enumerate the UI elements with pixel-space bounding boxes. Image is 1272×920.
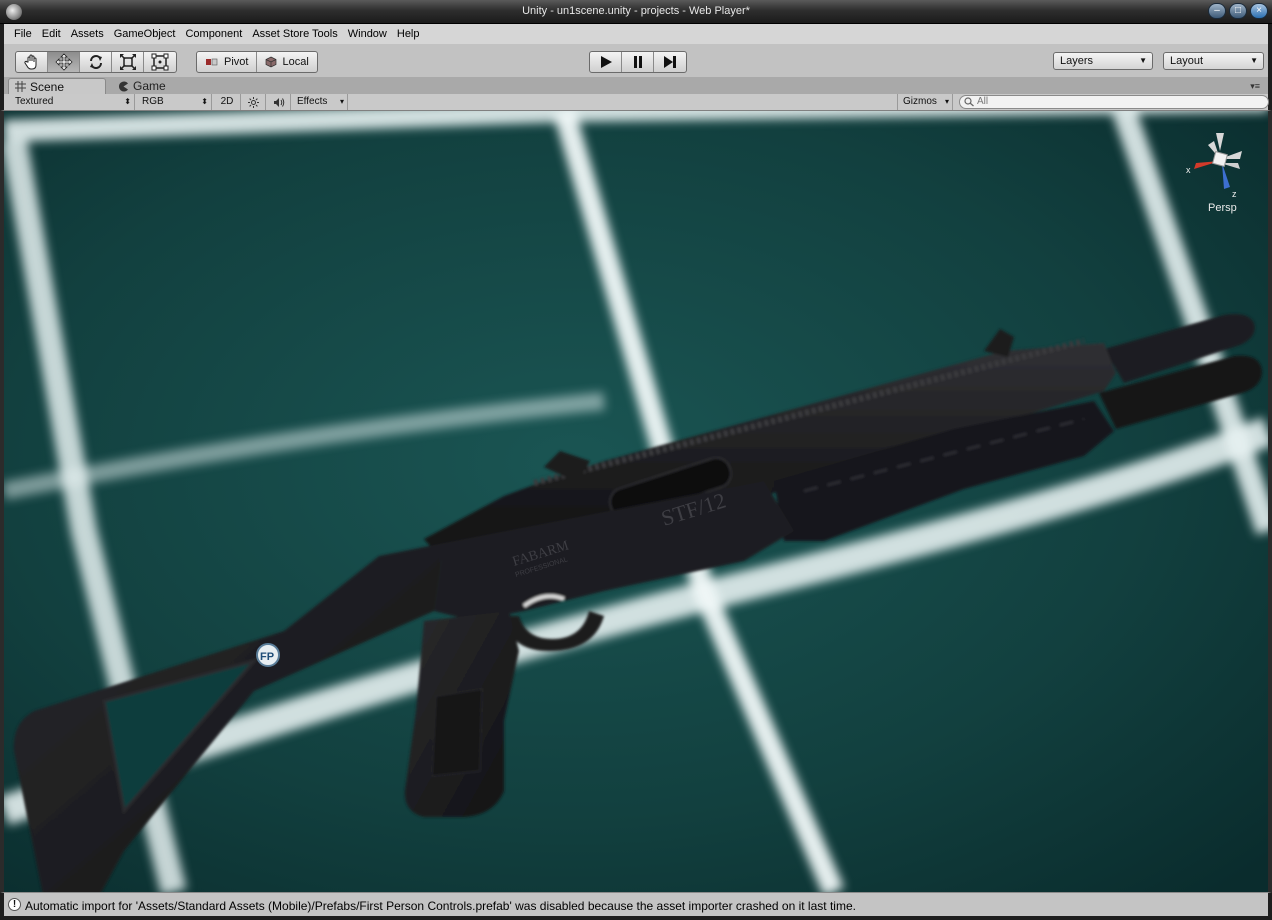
pacman-icon <box>119 81 128 91</box>
cube-icon <box>266 56 277 68</box>
scale-icon <box>119 54 136 70</box>
menu-asset-store-tools[interactable]: Asset Store Tools <box>247 28 342 40</box>
rect-tool-button[interactable] <box>144 52 176 72</box>
updown-arrow-icon: ⬍ <box>201 97 208 106</box>
menu-edit[interactable]: Edit <box>37 28 66 40</box>
gizmos-dropdown[interactable]: Gizmos ▾ <box>897 94 953 110</box>
scale-tool-button[interactable] <box>112 52 144 72</box>
gizmos-label: Gizmos <box>903 96 937 107</box>
close-icon[interactable]: × <box>1250 3 1268 19</box>
fp-logo-text: FP <box>260 651 274 663</box>
step-button[interactable] <box>654 52 686 72</box>
menu-component[interactable]: Component <box>180 28 247 40</box>
playback-controls <box>589 51 687 73</box>
pivot-label: Pivot <box>224 56 249 68</box>
tab-scene[interactable]: Scene <box>8 78 106 94</box>
tab-options-icon[interactable]: ▾≡ <box>1250 81 1260 92</box>
maximize-icon[interactable]: □ <box>1229 3 1247 19</box>
pause-icon <box>633 56 642 68</box>
menu-assets[interactable]: Assets <box>66 28 109 40</box>
layers-dropdown[interactable]: Layers ▼ <box>1053 52 1153 70</box>
sun-icon <box>248 96 259 108</box>
window-titlebar: Unity - un1scene.unity - projects - Web … <box>0 0 1272 24</box>
local-button[interactable]: Local <box>257 52 316 72</box>
scene-search-input[interactable]: All <box>959 95 1269 109</box>
dropdown-arrow-icon: ▼ <box>1139 56 1147 65</box>
lighting-toggle[interactable] <box>242 94 266 110</box>
menu-window[interactable]: Window <box>343 28 392 40</box>
pause-button[interactable] <box>622 52 654 72</box>
view-tab-strip: Scene Game ▾≡ <box>0 77 1272 94</box>
pivot-icon <box>206 58 218 66</box>
projection-label[interactable]: Persp <box>1208 202 1237 214</box>
tab-game-label: Game <box>133 79 166 93</box>
pivot-button[interactable]: Pivot <box>197 52 258 72</box>
move-icon <box>54 53 73 71</box>
render-mode-dropdown[interactable]: RGB ⬍ <box>137 94 212 110</box>
speaker-icon <box>273 97 284 107</box>
gizmo-x-label: x <box>1186 165 1191 175</box>
effects-label: Effects <box>297 96 328 107</box>
menu-help[interactable]: Help <box>392 28 425 40</box>
move-tool-button[interactable] <box>48 52 80 72</box>
menu-bar: File Edit Assets GameObject Component As… <box>0 24 1272 44</box>
status-message: Automatic import for 'Assets/Standard As… <box>25 899 856 913</box>
warning-icon: ! <box>8 898 21 911</box>
rotate-tool-button[interactable] <box>80 52 112 72</box>
transform-tools <box>15 51 177 73</box>
layout-dropdown[interactable]: Layout ▼ <box>1163 52 1264 70</box>
window-title: Unity - un1scene.unity - projects - Web … <box>522 5 750 17</box>
dropdown-arrow-icon: ▾ <box>339 97 344 106</box>
rotate-icon <box>89 55 102 69</box>
render-mode-label: RGB <box>142 96 164 107</box>
dropdown-arrow-icon: ▼ <box>1250 56 1258 65</box>
gizmo-z-label: z <box>1232 189 1237 199</box>
scene-render: STF/12 FABARM PROFESSIONAL FP <box>4 111 1268 892</box>
draw-mode-label: Textured <box>15 96 54 107</box>
status-bar[interactable]: ! Automatic import for 'Assets/Standard … <box>0 892 1272 920</box>
tab-game[interactable]: Game <box>112 78 182 94</box>
scene-toolbar: Textured ⬍ RGB ⬍ 2D Effects ▾ Gizmos ▾ A… <box>0 94 1272 111</box>
updown-arrow-icon: ⬍ <box>124 97 131 106</box>
play-button[interactable] <box>590 52 622 72</box>
draw-mode-dropdown[interactable]: Textured ⬍ <box>10 94 135 110</box>
main-toolbar: Pivot Local Layers ▼ Layout ▼ <box>0 44 1272 77</box>
effects-dropdown[interactable]: Effects ▾ <box>292 94 348 110</box>
dropdown-arrow-icon: ▾ <box>944 97 949 106</box>
hand-icon <box>23 54 36 70</box>
scene-grid-icon <box>15 81 26 92</box>
step-icon <box>664 56 676 68</box>
scene-viewport[interactable]: STF/12 FABARM PROFESSIONAL FP x z Persp <box>4 111 1268 892</box>
2d-toggle[interactable]: 2D <box>214 94 241 110</box>
play-icon <box>600 56 612 68</box>
local-label: Local <box>282 56 309 68</box>
menu-gameobject[interactable]: GameObject <box>109 28 181 40</box>
rect-icon <box>151 53 169 71</box>
search-placeholder: All <box>977 96 989 107</box>
tab-scene-label: Scene <box>30 79 65 94</box>
layers-label: Layers <box>1060 55 1094 67</box>
audio-toggle[interactable] <box>267 94 291 110</box>
layout-label: Layout <box>1170 55 1204 67</box>
minimize-icon[interactable]: – <box>1208 3 1226 19</box>
hand-tool-button[interactable] <box>16 52 48 72</box>
pivot-toggle-group: Pivot Local <box>196 51 318 73</box>
menu-file[interactable]: File <box>9 28 37 40</box>
search-icon <box>964 97 974 107</box>
